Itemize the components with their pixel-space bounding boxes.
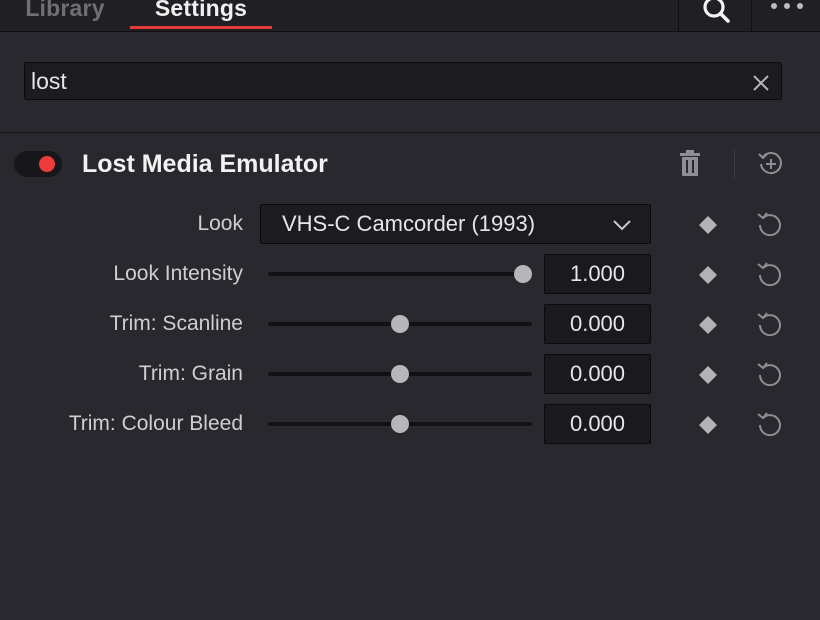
keyframe-diamond-icon[interactable]	[698, 215, 718, 235]
look-intensity-value[interactable]: 1.000	[544, 254, 651, 294]
param-label-trim-grain: Trim: Grain	[138, 362, 243, 385]
clear-search-button[interactable]	[750, 72, 772, 94]
keyframe-diamond-icon[interactable]	[698, 315, 718, 335]
look-intensity-slider-knob[interactable]	[514, 265, 532, 283]
trim-scanline-slider-knob[interactable]	[391, 315, 409, 333]
effect-title: Lost Media Emulator	[82, 150, 328, 178]
trim-scanline-value[interactable]: 0.000	[544, 304, 651, 344]
keyframe-diamond-icon[interactable]	[698, 365, 718, 385]
close-icon	[753, 75, 769, 91]
more-options-button[interactable]	[751, 0, 820, 31]
reset-icon[interactable]	[755, 310, 785, 340]
more-icon	[771, 3, 803, 9]
search-input[interactable]	[24, 62, 782, 100]
look-dropdown-value: VHS-C Camcorder (1993)	[282, 211, 536, 236]
active-tab-indicator	[130, 26, 272, 29]
trim-grain-slider-knob[interactable]	[391, 365, 409, 383]
reset-icon[interactable]	[755, 210, 785, 240]
inspector-panel: Library Settings lost Lost Media Emulato…	[0, 0, 820, 620]
search-area	[0, 32, 820, 133]
tab-settings[interactable]: Settings	[130, 0, 272, 28]
param-row-trim-colour-bleed: Trim: Colour Bleed 0.000	[0, 404, 820, 444]
keyframe-diamond-icon[interactable]	[698, 415, 718, 435]
param-label-look: Look	[197, 212, 243, 235]
param-row-look-intensity: Look Intensity 1.000	[0, 254, 820, 294]
reset-icon[interactable]	[755, 360, 785, 390]
search-button[interactable]	[678, 0, 751, 31]
effect-header: Lost Media Emulator	[0, 134, 820, 194]
param-label-trim-colour-bleed: Trim: Colour Bleed	[68, 412, 243, 435]
tab-bar: Library Settings	[0, 0, 820, 32]
effect-enable-toggle[interactable]	[14, 151, 62, 177]
trim-grain-value[interactable]: 0.000	[544, 354, 651, 394]
param-row-trim-grain: Trim: Grain 0.000	[0, 354, 820, 394]
keyframe-diamond-icon[interactable]	[698, 265, 718, 285]
chevron-down-icon	[613, 220, 631, 231]
tab-library[interactable]: Library	[20, 0, 110, 28]
search-icon	[703, 0, 730, 23]
reset-icon[interactable]	[755, 410, 785, 440]
header-divider	[734, 150, 735, 178]
delete-effect-button[interactable]	[678, 149, 702, 177]
reset-all-button[interactable]	[756, 148, 786, 178]
trash-icon	[680, 150, 700, 176]
trim-colour-bleed-value[interactable]: 0.000	[544, 404, 651, 444]
trim-colour-bleed-slider-knob[interactable]	[391, 415, 409, 433]
look-intensity-slider[interactable]	[268, 272, 532, 276]
param-row-trim-scanline: Trim: Scanline 0.000	[0, 304, 820, 344]
param-label-trim-scanline: Trim: Scanline	[109, 312, 243, 335]
param-label-look-intensity: Look Intensity	[113, 262, 243, 285]
add-preset-icon	[758, 152, 782, 175]
toggle-indicator	[39, 156, 55, 172]
look-dropdown[interactable]: VHS-C Camcorder (1993)	[260, 204, 651, 244]
param-row-look: Look VHS-C Camcorder (1993)	[0, 204, 820, 244]
reset-icon[interactable]	[755, 260, 785, 290]
